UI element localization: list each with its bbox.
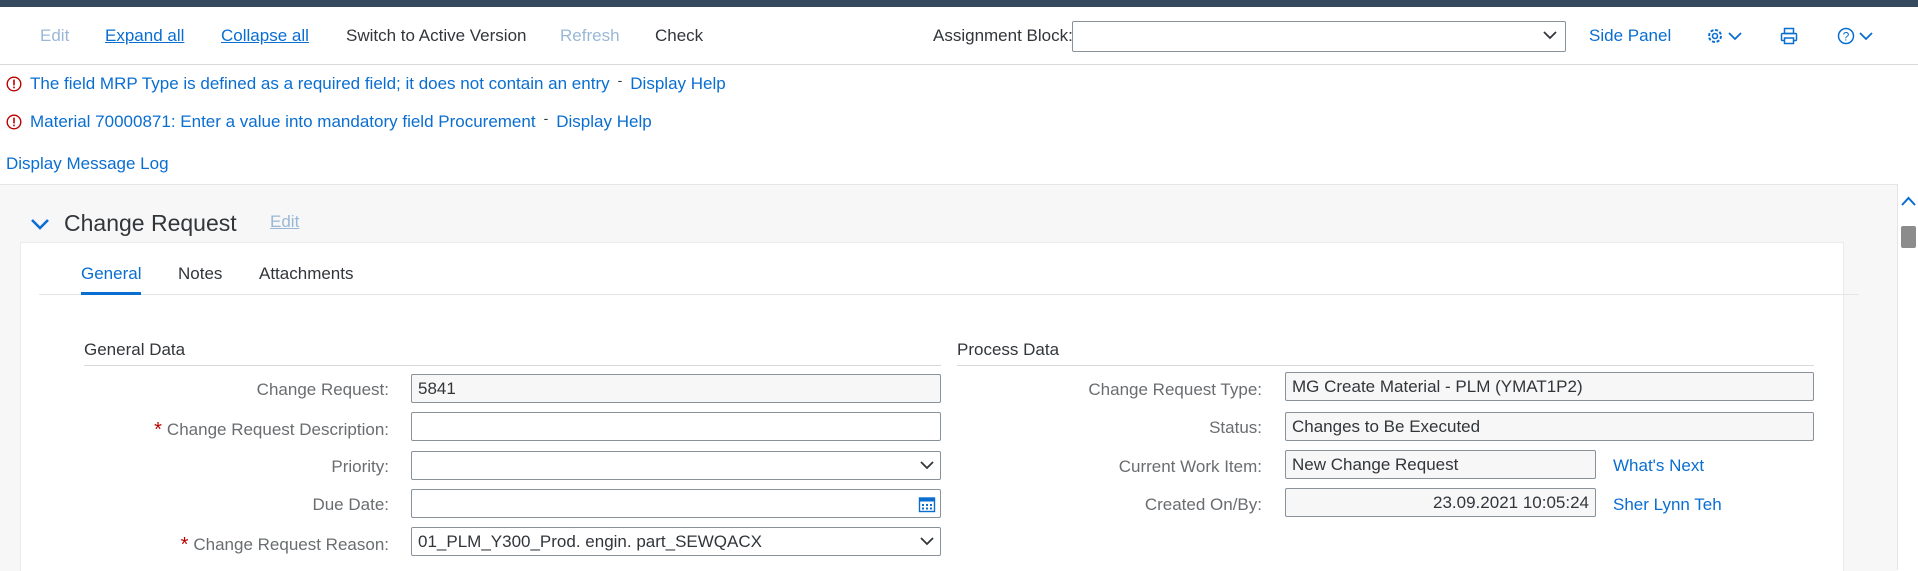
- whats-next-link[interactable]: What's Next: [1613, 456, 1704, 476]
- assignment-block-label: Assignment Block:: [933, 26, 1073, 45]
- error-message-text[interactable]: The field MRP Type is defined as a requi…: [30, 74, 610, 94]
- change-request-field[interactable]: 5841: [411, 374, 941, 403]
- help-icon: ?: [1837, 27, 1855, 45]
- description-label-text: Change Request Description:: [166, 420, 389, 439]
- due-date-label: Due Date:: [312, 495, 389, 514]
- tab-bar: General Notes Attachments: [39, 258, 1859, 295]
- description-field[interactable]: [411, 412, 941, 441]
- side-panel-button[interactable]: Side Panel: [1589, 7, 1671, 64]
- expand-all-button[interactable]: Expand all: [105, 7, 184, 64]
- current-work-item-field[interactable]: New Change Request: [1285, 450, 1596, 479]
- collapse-all-button[interactable]: Collapse all: [221, 7, 309, 64]
- toolbar: Edit Expand all Collapse all Switch to A…: [0, 7, 1918, 65]
- chevron-down-icon: [920, 537, 934, 546]
- check-button[interactable]: Check: [655, 7, 703, 64]
- scrollbar-thumb[interactable]: [1901, 226, 1916, 248]
- change-request-type-field[interactable]: MG Create Material - PLM (YMAT1P2): [1285, 372, 1814, 401]
- created-on-by-label: Created On/By:: [1144, 495, 1262, 514]
- priority-select[interactable]: [411, 451, 941, 480]
- reason-label: * Change Request Reason:: [181, 533, 389, 556]
- section-title: Change Request: [64, 210, 237, 236]
- chevron-down-icon: [920, 461, 934, 470]
- switch-active-version-button[interactable]: Switch to Active Version: [346, 7, 526, 64]
- print-button[interactable]: [1780, 24, 1798, 48]
- current-work-item-label: Current Work Item:: [1118, 457, 1262, 476]
- required-indicator: *: [154, 419, 162, 441]
- section-edit-button[interactable]: Edit: [270, 212, 299, 232]
- change-request-label: Change Request:: [256, 380, 389, 399]
- chevron-down-icon: [1859, 32, 1873, 41]
- assignment-block-select[interactable]: [1072, 21, 1566, 52]
- settings-menu-button[interactable]: [1706, 24, 1742, 48]
- status-field[interactable]: Changes to Be Executed: [1285, 412, 1814, 441]
- reason-value: 01_PLM_Y300_Prod. engin. part_SEWQACX: [418, 532, 762, 551]
- tab-general[interactable]: General: [81, 264, 142, 295]
- error-icon: [6, 76, 22, 92]
- refresh-button[interactable]: Refresh: [560, 7, 620, 64]
- help-menu-button[interactable]: ?: [1837, 24, 1873, 48]
- error-message: Material 70000871: Enter a value into ma…: [6, 110, 652, 134]
- calendar-icon[interactable]: [918, 495, 936, 513]
- created-on-field[interactable]: 23.09.2021 10:05:24: [1285, 488, 1596, 517]
- error-icon: [6, 114, 22, 130]
- message-separator: -: [617, 72, 623, 88]
- change-request-type-label: Change Request Type:: [1088, 380, 1262, 399]
- edit-button[interactable]: Edit: [40, 7, 69, 64]
- reason-select[interactable]: 01_PLM_Y300_Prod. engin. part_SEWQACX: [411, 527, 941, 556]
- divider: [957, 365, 1814, 366]
- svg-text:?: ?: [1843, 30, 1850, 44]
- error-message-text[interactable]: Material 70000871: Enter a value into ma…: [30, 112, 536, 132]
- gear-icon: [1708, 29, 1722, 43]
- description-label: * Change Request Description:: [154, 418, 389, 441]
- section-header: Change Request: [30, 210, 237, 237]
- printer-icon: [1780, 27, 1798, 45]
- chevron-down-icon: [1543, 31, 1557, 40]
- display-message-log-link[interactable]: Display Message Log: [6, 154, 169, 174]
- divider: [84, 365, 941, 366]
- collapse-chevron-icon[interactable]: [30, 217, 50, 231]
- due-date-field[interactable]: [411, 489, 941, 518]
- message-separator: -: [543, 110, 549, 126]
- tab-notes[interactable]: Notes: [178, 264, 222, 284]
- chevron-down-icon: [1728, 32, 1742, 41]
- general-data-title: General Data: [84, 340, 186, 359]
- display-help-link[interactable]: Display Help: [556, 112, 651, 132]
- created-by-link[interactable]: Sher Lynn Teh: [1613, 495, 1722, 515]
- vertical-scrollbar[interactable]: [1897, 184, 1918, 570]
- process-data-title: Process Data: [957, 340, 1060, 359]
- shell-bar-stripe: [0, 0, 1918, 7]
- priority-label: Priority:: [331, 457, 389, 476]
- reason-label-text: Change Request Reason:: [193, 535, 389, 554]
- tab-attachments[interactable]: Attachments: [259, 264, 354, 284]
- required-indicator: *: [180, 534, 189, 556]
- display-help-link[interactable]: Display Help: [630, 74, 725, 94]
- status-label: Status:: [1209, 418, 1262, 437]
- chevron-up-icon[interactable]: [1901, 196, 1916, 207]
- error-message: The field MRP Type is defined as a requi…: [6, 72, 726, 96]
